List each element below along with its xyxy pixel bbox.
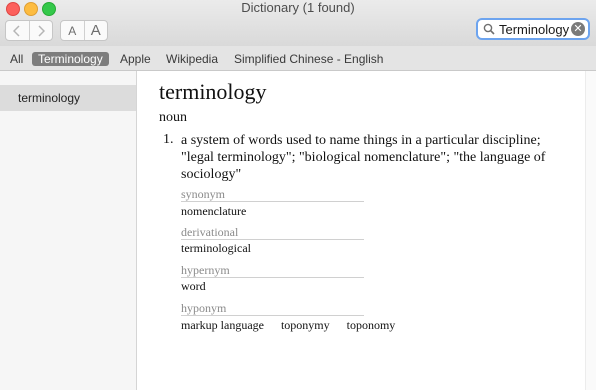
section-divider [181,239,364,240]
section-divider [181,277,364,278]
hypernym-label: hypernym [181,263,230,277]
hyponym-values: markup language toponymy toponomy [181,318,409,333]
hyponym-word[interactable]: toponymy [281,318,330,332]
dictionary-entry: terminology noun 1. a system of words us… [137,71,585,390]
hyponym-word[interactable]: toponomy [347,318,396,332]
navigation-buttons [5,20,53,41]
sense-definition: a system of words used to name things in… [181,133,546,182]
tab-all[interactable]: All [4,52,29,66]
section-divider [181,315,364,316]
tab-wikipedia[interactable]: Wikipedia [160,52,224,66]
derivational-label: derivational [181,225,239,239]
sidebar-item-terminology[interactable]: terminology [0,85,136,111]
hyponym-word[interactable]: markup language [181,318,264,332]
tab-apple[interactable]: Apple [114,52,157,66]
synonym-label: synonym [181,187,226,201]
tab-terminology[interactable]: Terminology [32,52,109,66]
synonym-value: nomenclature [181,204,260,219]
window-title: Dictionary (1 found) [241,0,355,15]
clear-search-icon[interactable]: ✕ [571,22,585,36]
tab-simplified-chinese-english[interactable]: Simplified Chinese - English [228,52,389,66]
search-input[interactable]: Terminology [499,22,569,38]
font-size-buttons: A A [60,20,108,41]
derivational-word[interactable]: terminological [181,241,251,255]
hyponym-label: hyponym [181,301,227,315]
source-tabs: All Terminology Apple Wikipedia Simplifi… [0,46,596,71]
hypernym-value: word [181,279,220,294]
font-larger-button[interactable]: A [83,21,108,40]
results-sidebar: terminology [0,71,137,390]
font-smaller-button[interactable]: A [61,21,84,40]
search-field[interactable]: Terminology ✕ [476,18,590,40]
chevron-right-icon [38,24,45,37]
sense-number: 1. [163,132,174,147]
derivational-value: terminological [181,241,265,256]
back-button[interactable] [6,21,29,40]
window-toolbar: Dictionary (1 found) A A Terminology ✕ [0,0,596,46]
entry-headword: terminology [159,79,267,104]
synonym-word[interactable]: nomenclature [181,204,246,218]
part-of-speech: noun [159,110,187,125]
vertical-scrollbar[interactable] [585,71,596,390]
hypernym-word[interactable]: word [181,279,206,293]
forward-button[interactable] [28,21,53,40]
search-icon [483,23,495,35]
chevron-left-icon [13,24,20,37]
sidebar-item-label: terminology [18,91,81,105]
section-divider [181,201,364,202]
